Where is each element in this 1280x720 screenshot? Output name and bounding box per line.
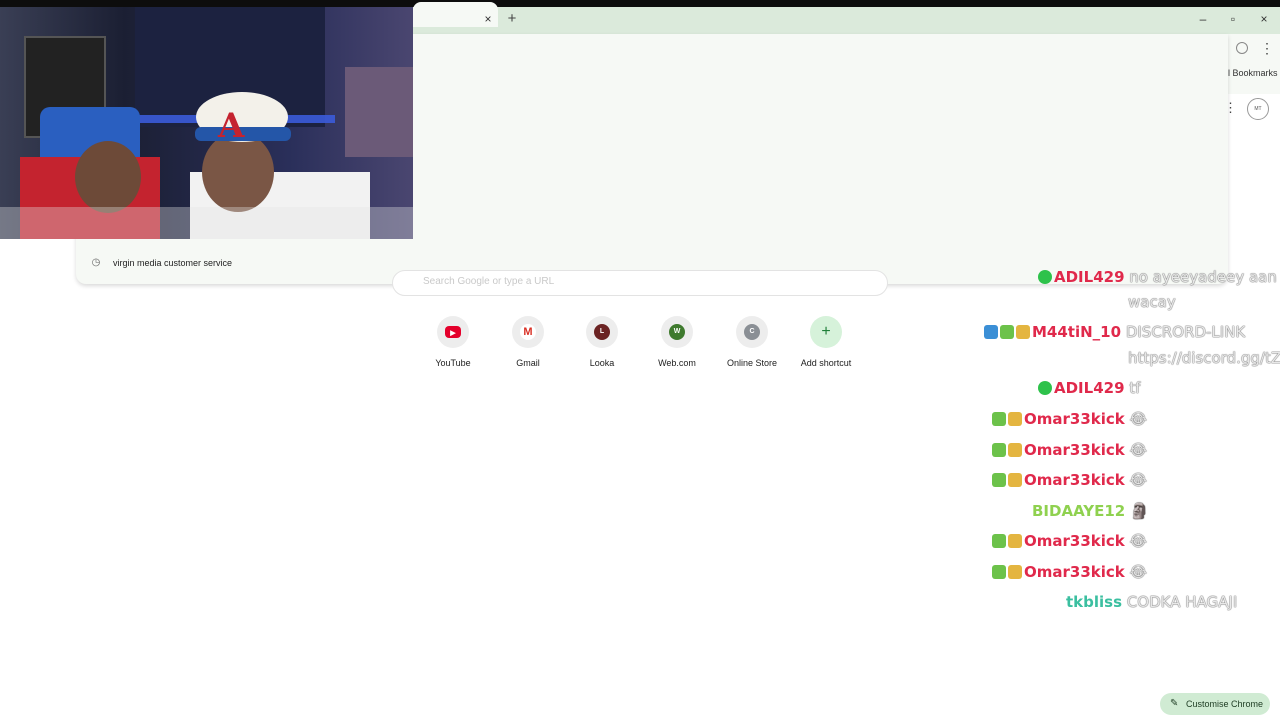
all-bookmarks-label[interactable]: l Bookmarks xyxy=(1228,68,1278,78)
close-window-button[interactable]: × xyxy=(1257,12,1271,26)
chat-message: 😂 xyxy=(1129,471,1148,489)
shortcut-webcom[interactable]: W Web.com xyxy=(642,316,712,376)
webcam-overlay: A xyxy=(0,7,413,239)
extension-icon[interactable] xyxy=(1236,42,1248,54)
crown-icon xyxy=(1008,412,1022,426)
gift-icon xyxy=(1000,325,1014,339)
chat-username: M44tiN_10 xyxy=(1032,323,1122,341)
gmail-icon: M xyxy=(512,316,544,348)
search-box[interactable]: Search Google or type a URL xyxy=(392,270,888,296)
top-strip xyxy=(0,0,1280,7)
chat-line: Omar33kick 😂 xyxy=(992,560,1147,584)
page-menu-icon[interactable]: ⋮ xyxy=(1224,100,1237,116)
chat-line: Omar33kick 😂 xyxy=(992,529,1147,553)
shortcut-label: Gmail xyxy=(516,358,540,368)
svg-text:A: A xyxy=(217,106,245,146)
online-store-icon: C xyxy=(736,316,768,348)
shortcut-online-store[interactable]: C Online Store xyxy=(717,316,787,376)
plus-icon: + xyxy=(810,316,842,348)
chat-line: M44tiN_10 DISCRORD-LINK xyxy=(984,320,1245,344)
chat-username: Omar33kick xyxy=(1024,441,1125,459)
chat-line: https://discord.gg/tZ xyxy=(1128,346,1280,370)
chat-message: CODKA HAGAJI xyxy=(1126,593,1238,611)
verified-icon xyxy=(1038,270,1052,284)
looka-icon: L xyxy=(586,316,618,348)
history-icon: ◷ xyxy=(91,257,101,268)
chat-message: no ayeeyadeey aan xyxy=(1129,268,1277,286)
chat-message: 😂 xyxy=(1129,563,1148,581)
chat-username: tkbliss xyxy=(1066,593,1123,611)
chat-username: Omar33kick xyxy=(1024,471,1125,489)
crown-icon xyxy=(1016,325,1030,339)
stream-chat: ADIL429 no ayeeyadeey aan wacay M44tiN_1… xyxy=(960,264,1280,614)
shortcut-label: Online Store xyxy=(726,358,778,368)
chat-message: tf xyxy=(1129,379,1141,397)
browser-menu-icon[interactable]: ⋮ xyxy=(1260,40,1274,56)
chat-message: https://discord.gg/tZ xyxy=(1128,349,1280,367)
chat-line: tkbliss CODKA HAGAJI xyxy=(1066,590,1237,614)
chat-username: Omar33kick xyxy=(1024,532,1125,550)
restore-button[interactable]: ▫ xyxy=(1226,12,1240,26)
webcom-icon: W xyxy=(661,316,693,348)
chat-message: 😂 xyxy=(1129,441,1148,459)
crown-icon xyxy=(1008,565,1022,579)
gift-icon xyxy=(992,565,1006,579)
chat-line: ADIL429 tf xyxy=(1038,376,1140,400)
chat-message: 😂 xyxy=(1129,532,1148,550)
tab-close-icon[interactable]: × xyxy=(482,12,494,26)
crown-icon xyxy=(1008,473,1022,487)
pencil-icon: ✎ xyxy=(1170,698,1179,709)
shortcut-label: Add shortcut xyxy=(800,358,852,368)
chat-line: BIDAAYE12 🗿 xyxy=(1032,499,1149,523)
chat-username: ADIL429 xyxy=(1054,379,1125,397)
gift-icon xyxy=(992,412,1006,426)
chat-line: wacay xyxy=(1128,290,1176,314)
chat-username: ADIL429 xyxy=(1054,268,1125,286)
shortcut-label: Web.com xyxy=(658,358,696,368)
minimize-button[interactable]: – xyxy=(1196,12,1210,26)
gift-icon xyxy=(992,473,1006,487)
search-placeholder: Search Google or type a URL xyxy=(423,276,555,287)
shortcut-looka[interactable]: L Looka xyxy=(567,316,637,376)
new-tab-button[interactable]: + xyxy=(504,11,520,27)
chat-username: BIDAAYE12 xyxy=(1032,502,1126,520)
gift-icon xyxy=(992,534,1006,548)
chat-line: Omar33kick 😂 xyxy=(992,407,1147,431)
customise-chrome-button[interactable]: ✎ Customise Chrome xyxy=(1160,693,1270,715)
crown-icon xyxy=(1008,443,1022,457)
verified-icon xyxy=(1038,381,1052,395)
crown-icon xyxy=(1008,534,1022,548)
customise-label: Customise Chrome xyxy=(1186,699,1264,709)
chat-line: Omar33kick 😂 xyxy=(992,468,1147,492)
avatar[interactable]: MT xyxy=(1247,98,1269,120)
chat-username: Omar33kick xyxy=(1024,563,1125,581)
shortcut-gmail[interactable]: M Gmail xyxy=(493,316,563,376)
webcam-image: A xyxy=(0,7,413,239)
moderator-icon xyxy=(984,325,998,339)
shortcut-label: YouTube xyxy=(435,358,471,368)
gift-icon xyxy=(992,443,1006,457)
chat-message: 🗿 xyxy=(1130,502,1149,520)
chat-line: ADIL429 no ayeeyadeey aan xyxy=(1038,265,1277,289)
chat-message: DISCRORD-LINK xyxy=(1125,323,1246,341)
shortcut-youtube[interactable]: ▶ YouTube xyxy=(418,316,488,376)
shortcut-label: Looka xyxy=(589,358,615,368)
chat-message: 😂 xyxy=(1129,410,1148,428)
suggestion-text: virgin media customer service xyxy=(113,258,233,268)
chat-message: wacay xyxy=(1128,293,1176,311)
chat-line: Omar33kick 😂 xyxy=(992,438,1147,462)
add-shortcut-button[interactable]: + Add shortcut xyxy=(791,316,861,376)
chat-username: Omar33kick xyxy=(1024,410,1125,428)
youtube-icon: ▶ xyxy=(437,316,469,348)
